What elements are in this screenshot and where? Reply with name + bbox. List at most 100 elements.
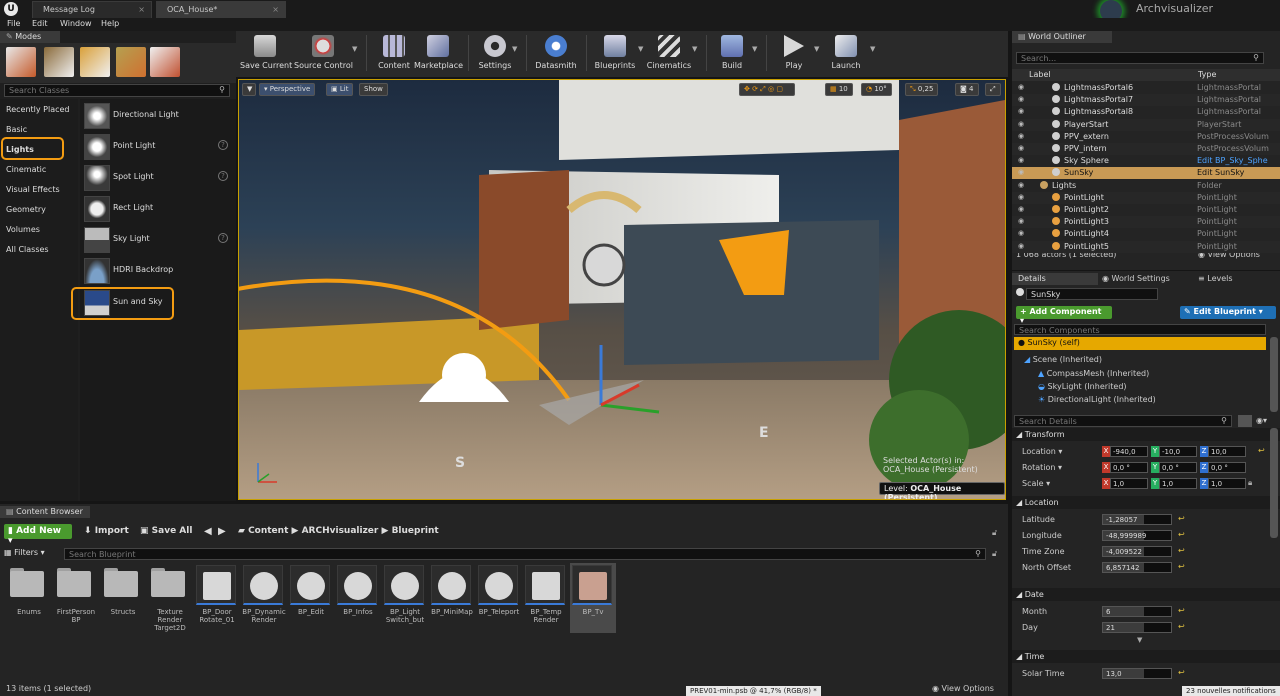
blueprints-button[interactable]: Blueprints xyxy=(592,33,638,73)
outliner-row[interactable]: ◉ PointLight5 PointLight xyxy=(1012,240,1280,253)
outliner-row[interactable]: ◉ PointLight3 PointLight xyxy=(1012,216,1280,229)
launch-button[interactable]: Launch xyxy=(826,33,866,73)
content-browser-view-options[interactable]: ◉ View Options xyxy=(932,684,994,693)
transform-section[interactable]: ◢ Transform xyxy=(1012,428,1280,441)
viewport-menu-button[interactable]: ▼ xyxy=(242,83,256,96)
source-control-dropdown[interactable]: ▼ xyxy=(352,45,357,53)
details-tab[interactable]: Details xyxy=(1012,273,1098,285)
breadcrumb-content[interactable]: Content xyxy=(248,526,288,536)
outliner-row[interactable]: ◉ LightmassPortal8 LightmassPortal xyxy=(1012,106,1280,118)
visibility-eye-icon[interactable]: ◉ xyxy=(1018,181,1026,189)
lock-icon[interactable]: 🔓︎ xyxy=(992,528,997,538)
outliner-row[interactable]: ◉ LightmassPortal6 LightmassPortal xyxy=(1012,82,1280,94)
date-prop-field[interactable]: 21 xyxy=(1102,622,1172,633)
lit-button[interactable]: ▣ Lit xyxy=(326,83,354,96)
perspective-button[interactable]: ▾ Perspective xyxy=(259,83,316,96)
rotation-z-field[interactable]: 0,0 ° xyxy=(1208,462,1246,473)
tab-message-log[interactable]: Message Log × xyxy=(32,1,152,18)
source-control-button[interactable]: Source Control xyxy=(294,33,353,73)
visibility-eye-icon[interactable]: ◉ xyxy=(1018,242,1026,250)
component-directional-light[interactable]: ☀ DirectionalLight (Inherited) xyxy=(1038,395,1156,404)
breadcrumb-blueprint[interactable]: Blueprint xyxy=(392,526,439,536)
rotation-y-field[interactable]: 0,0 ° xyxy=(1159,462,1197,473)
date-prop-field[interactable]: 6 xyxy=(1102,606,1172,617)
outliner-row[interactable]: ◉ PlayerStart PlayerStart xyxy=(1012,118,1280,131)
column-label[interactable]: Label xyxy=(1029,70,1051,79)
cinematics-button[interactable]: Cinematics xyxy=(646,33,692,73)
component-compass-mesh[interactable]: ▲ CompassMesh (Inherited) xyxy=(1038,369,1149,378)
menu-file[interactable]: File xyxy=(7,19,20,28)
location-prop-field[interactable]: -4,009522 xyxy=(1102,546,1172,557)
outliner-row[interactable]: ◉ PointLight2 PointLight xyxy=(1012,204,1280,216)
add-new-button[interactable]: ▮ Add New ▾ xyxy=(4,524,72,546)
transform-tools[interactable]: ✥ ⟳ ⤢ ◎ ▢ xyxy=(739,83,795,96)
asset-item[interactable]: BP_Door Rotate_01 xyxy=(194,563,240,633)
visibility-eye-icon[interactable]: ◉ xyxy=(1018,83,1026,91)
world-outliner-tab[interactable]: ▤ World Outliner xyxy=(1012,31,1112,43)
geometry-mode-icon[interactable] xyxy=(150,47,180,77)
history-back-button[interactable]: ◀ xyxy=(204,526,212,537)
info-icon[interactable]: ? xyxy=(218,233,228,243)
info-icon[interactable]: ? xyxy=(218,140,228,150)
level-viewport[interactable]: ▼ ▾ Perspective ▣ Lit Show ✥ ⟳ ⤢ ◎ ▢ ▦ 1… xyxy=(238,79,1006,500)
history-forward-button[interactable]: ▶ xyxy=(218,526,226,537)
grid-snap-toggle[interactable]: ▦ 10 xyxy=(825,83,853,96)
asset-item[interactable]: BP_Dynamic Render xyxy=(241,563,287,633)
build-button[interactable]: Build xyxy=(712,33,752,73)
reset-to-default-icon[interactable]: ↩ xyxy=(1178,514,1185,523)
landscape-mode-icon[interactable] xyxy=(80,47,110,77)
lock-icon[interactable]: 🔓︎ xyxy=(992,549,997,559)
date-section[interactable]: ◢ Date xyxy=(1012,588,1280,601)
cinematics-dropdown[interactable]: ▼ xyxy=(692,45,697,53)
marketplace-button[interactable]: Marketplace xyxy=(414,33,463,73)
show-button[interactable]: Show xyxy=(359,83,388,96)
location-prop-field[interactable]: -48,999989 xyxy=(1102,530,1172,541)
visibility-eye-icon[interactable]: ◉ xyxy=(1018,107,1026,115)
content-browser-tab[interactable]: ▤ Content Browser xyxy=(0,506,90,518)
edit-blueprint-button[interactable]: ✎ Edit Blueprint ▾ xyxy=(1180,306,1276,319)
search-details-input[interactable]: Search Details ⚲ xyxy=(1014,415,1232,427)
visibility-eye-icon[interactable]: ◉ xyxy=(1018,229,1026,237)
asset-item[interactable]: BP_Tv xyxy=(570,563,616,633)
location-prop-field[interactable]: 6,857142 xyxy=(1102,562,1172,573)
reset-to-default-icon[interactable]: ↩ xyxy=(1178,562,1185,571)
play-button[interactable]: Play xyxy=(774,33,814,73)
location-x-field[interactable]: -940,0 xyxy=(1110,446,1148,457)
close-icon[interactable]: × xyxy=(138,5,145,14)
outliner-search-input[interactable]: Search... ⚲ xyxy=(1016,52,1264,64)
actor-name-field[interactable]: SunSky xyxy=(1026,288,1158,300)
asset-item[interactable]: BP_Edit xyxy=(288,563,334,633)
maximize-viewport-button[interactable]: ⤢ xyxy=(985,83,1001,96)
content-button[interactable]: Content xyxy=(374,33,414,73)
visibility-eye-icon[interactable]: ◉ xyxy=(1018,217,1026,225)
save-all-button[interactable]: ▣ Save All xyxy=(140,526,192,536)
location-y-field[interactable]: -10,0 xyxy=(1159,446,1197,457)
category-volumes[interactable]: Volumes xyxy=(6,225,40,234)
visibility-eye-icon[interactable]: ◉ xyxy=(1018,120,1026,128)
world-settings-tab[interactable]: ◉ World Settings xyxy=(1102,274,1170,283)
category-all-classes[interactable]: All Classes xyxy=(6,245,49,254)
play-dropdown[interactable]: ▼ xyxy=(814,45,819,53)
datasmith-button[interactable]: Datasmith xyxy=(534,33,578,73)
reset-to-default-icon[interactable]: ↩ xyxy=(1178,606,1185,615)
search-blueprint-input[interactable]: Search Blueprint ⚲ xyxy=(64,548,986,560)
category-basic[interactable]: Basic xyxy=(6,125,27,134)
scale-snap-toggle[interactable]: ⤡ 0,25 xyxy=(905,83,939,96)
outliner-row[interactable]: ◉ PointLight4 PointLight xyxy=(1012,228,1280,240)
category-cinematic[interactable]: Cinematic xyxy=(6,165,46,174)
components-scrollbar[interactable] xyxy=(1270,337,1278,412)
camera-speed-button[interactable]: ◙ 4 xyxy=(955,83,979,96)
asset-item[interactable]: BP_MiniMap xyxy=(429,563,475,633)
outliner-row[interactable]: ◉ Sky Sphere Edit BP_Sky_Sphe xyxy=(1012,155,1280,167)
asset-item[interactable]: BP_Teleport xyxy=(476,563,522,633)
component-scene[interactable]: ◢ Scene (Inherited) xyxy=(1024,355,1102,364)
rotate-snap-toggle[interactable]: ◔ 10° xyxy=(861,83,892,96)
details-scrollbar[interactable] xyxy=(1270,428,1278,538)
build-dropdown[interactable]: ▼ xyxy=(752,45,757,53)
visibility-eye-icon[interactable]: ◉ xyxy=(1018,132,1026,140)
blueprints-dropdown[interactable]: ▼ xyxy=(638,45,643,53)
search-classes-input[interactable]: Search Classes ⚲ xyxy=(4,84,230,97)
paint-mode-icon[interactable] xyxy=(44,47,74,77)
component-sunsky-self[interactable]: ● SunSky (self) xyxy=(1014,337,1266,350)
reset-to-default-icon[interactable]: ↩ xyxy=(1178,622,1185,631)
